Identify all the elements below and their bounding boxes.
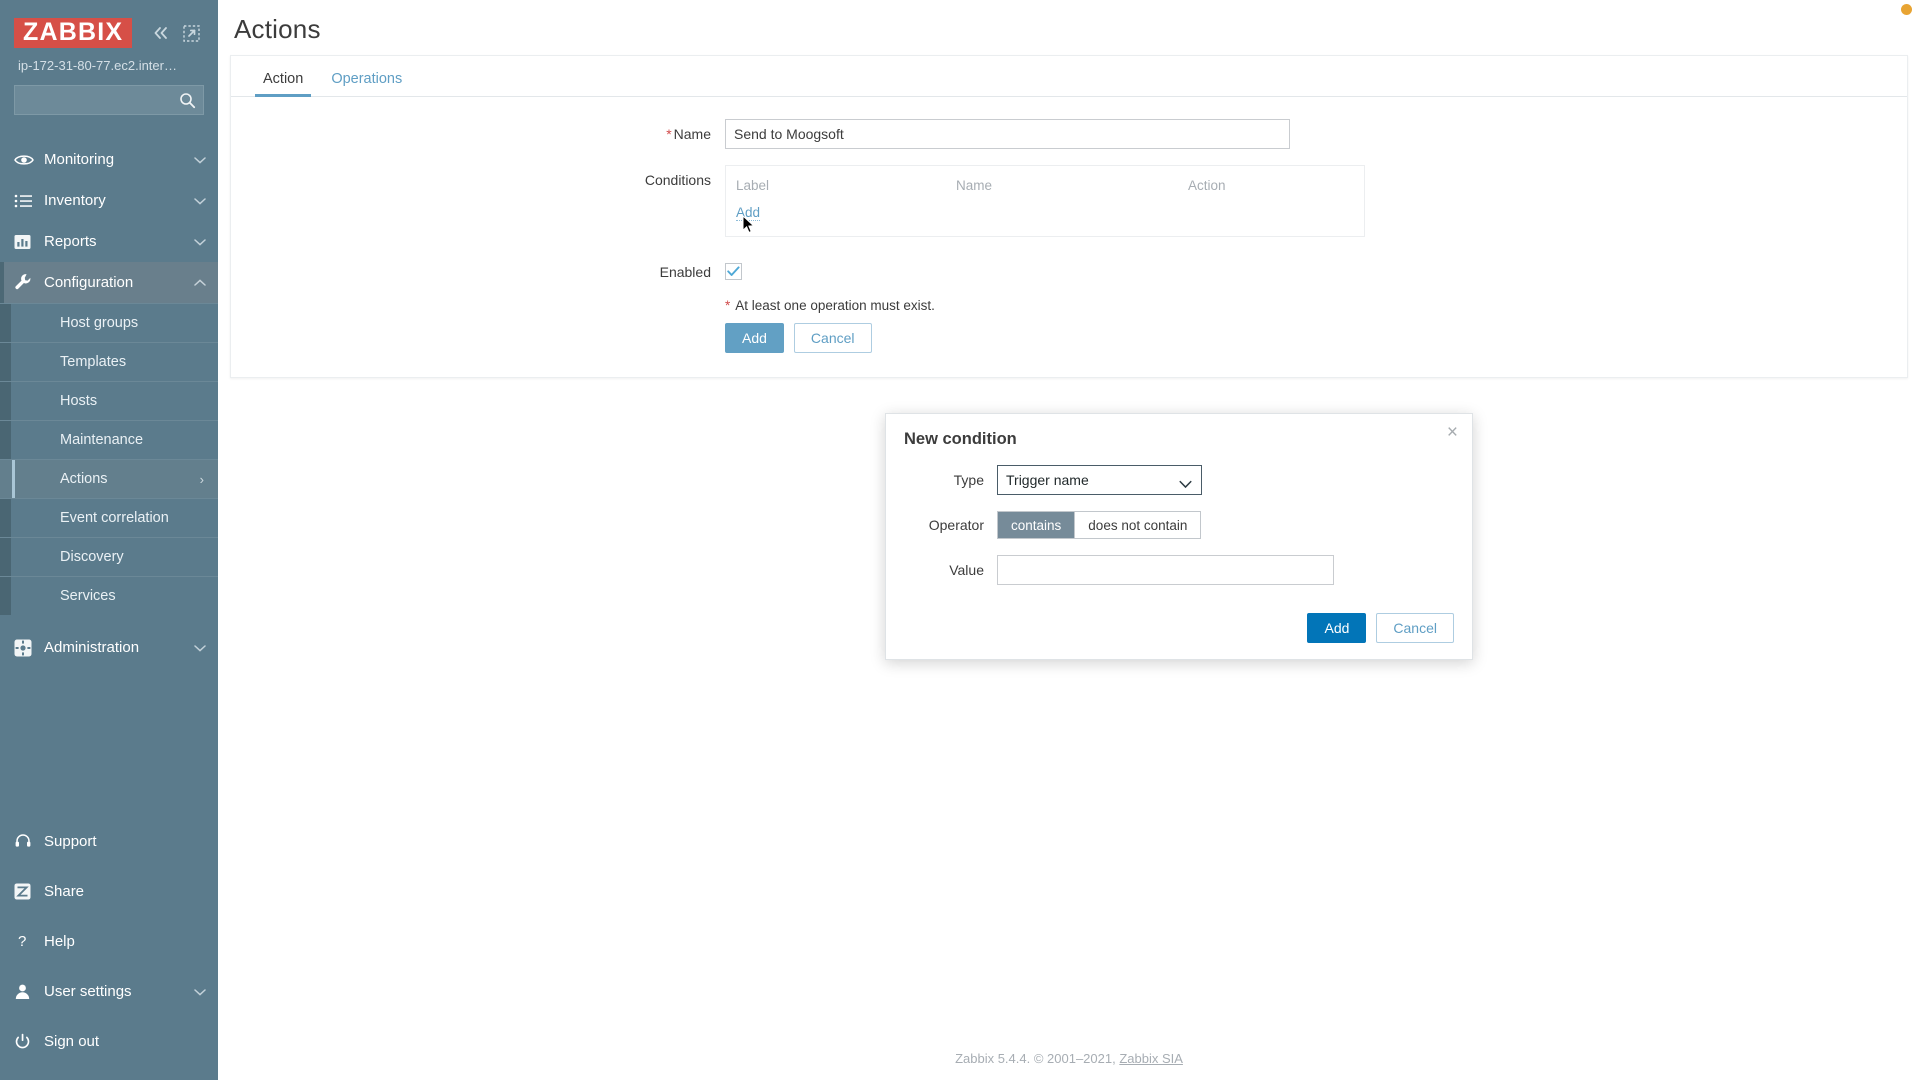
sidebar-item-label: Monitoring xyxy=(44,151,115,168)
list-icon xyxy=(14,194,44,208)
sidebar-item-share[interactable]: Share xyxy=(0,866,218,916)
footer-link[interactable]: Zabbix SIA xyxy=(1119,1051,1183,1066)
sidebar-subitem-label: Host groups xyxy=(60,315,139,331)
main-content: Actions Action Operations *Name C xyxy=(218,0,1920,1080)
sidebar-item-actions[interactable]: Actions › xyxy=(0,459,218,498)
modal-row-operator: Operator contains does not contain xyxy=(904,511,1454,539)
modal-cancel-button[interactable]: Cancel xyxy=(1376,613,1454,643)
sidebar-item-label: Configuration xyxy=(44,274,134,291)
modal-row-value: Value xyxy=(904,555,1454,585)
search-icon[interactable] xyxy=(179,92,196,114)
power-icon xyxy=(14,1033,44,1050)
svg-text:?: ? xyxy=(18,933,26,950)
zabbix-share-icon xyxy=(14,883,44,900)
sidebar-item-label: Help xyxy=(44,932,75,950)
sidebar-subitem-label: Actions xyxy=(60,471,108,487)
chevron-down-icon xyxy=(1179,476,1192,492)
wrench-icon xyxy=(14,273,44,292)
gear-square-icon xyxy=(14,639,44,657)
zabbix-logo: ZABBIX xyxy=(14,17,133,49)
chevron-down-icon xyxy=(194,233,206,250)
sidebar-item-reports[interactable]: Reports xyxy=(0,221,218,262)
sidebar-header: ZABBIX xyxy=(0,10,218,50)
sidebar-subitem-label: Event correlation xyxy=(60,510,169,526)
value-input[interactable] xyxy=(997,555,1334,585)
operator-label: Operator xyxy=(928,517,984,533)
operator-option-does-not-contain[interactable]: does not contain xyxy=(1074,512,1201,538)
server-hostname: ip-172-31-80-77.ec2.inter… xyxy=(18,58,177,73)
sidebar-item-label: Reports xyxy=(44,233,97,250)
sidebar-item-label: Inventory xyxy=(44,192,106,209)
sidebar-item-label: Support xyxy=(44,832,97,850)
footer-text: Zabbix 5.4.4. © 2001–2021, xyxy=(955,1051,1120,1066)
user-icon xyxy=(14,983,44,1000)
modal-header: New condition × xyxy=(886,414,1472,455)
modal-body: Type Trigger name Operator contains does… xyxy=(886,455,1472,607)
sidebar: ZABBIX ip-172-31-80-77.ec2.inter… Monito… xyxy=(0,0,218,1080)
eye-icon xyxy=(14,153,44,167)
value-label: Value xyxy=(949,562,984,578)
sidebar-item-help[interactable]: ? Help xyxy=(0,916,218,966)
sidebar-subitem-label: Services xyxy=(60,588,116,604)
operator-option-contains[interactable]: contains xyxy=(998,512,1075,538)
main-navigation: Monitoring Inventory Reports Configurati… xyxy=(0,139,218,668)
type-select-value: Trigger name xyxy=(1006,472,1089,488)
chevron-down-icon xyxy=(194,192,206,209)
sidebar-subitem-label: Discovery xyxy=(60,549,124,565)
chevron-down-icon xyxy=(194,983,206,1000)
sidebar-item-label: Share xyxy=(44,882,85,900)
question-mark-icon: ? xyxy=(14,932,44,950)
sidebar-item-administration[interactable]: Administration xyxy=(0,627,218,668)
sidebar-item-discovery[interactable]: Discovery xyxy=(0,537,218,576)
operator-segmented-control: contains does not contain xyxy=(997,511,1202,539)
page-footer: Zabbix 5.4.4. © 2001–2021, Zabbix SIA xyxy=(218,1051,1920,1066)
type-label: Type xyxy=(953,472,984,488)
modal-row-type: Type Trigger name xyxy=(904,465,1454,495)
sidebar-bottom-menu: Support Share ? Help User settings Sign … xyxy=(0,816,218,1080)
chevron-right-icon: › xyxy=(199,471,204,487)
app-root: ZABBIX ip-172-31-80-77.ec2.inter… Monito… xyxy=(0,0,1920,1080)
search-input[interactable] xyxy=(15,86,203,114)
sidebar-item-configuration[interactable]: Configuration xyxy=(0,262,218,303)
collapse-view-icon[interactable] xyxy=(183,24,200,42)
modal-add-button[interactable]: Add xyxy=(1307,613,1367,643)
modal-overlay: New condition × Type Trigger name Operat… xyxy=(218,0,1920,1080)
sidebar-item-label: Administration xyxy=(44,639,140,656)
sidebar-top: ZABBIX ip-172-31-80-77.ec2.inter… Monito… xyxy=(0,0,218,668)
type-select[interactable]: Trigger name xyxy=(997,465,1202,495)
sidebar-header-icons xyxy=(151,24,204,42)
sidebar-item-host-groups[interactable]: Host groups xyxy=(0,303,218,342)
sidebar-item-support[interactable]: Support xyxy=(0,816,218,866)
sidebar-item-event-correlation[interactable]: Event correlation xyxy=(0,498,218,537)
chevron-up-icon xyxy=(194,274,206,291)
sidebar-item-maintenance[interactable]: Maintenance xyxy=(0,420,218,459)
modal-footer: Add Cancel xyxy=(886,607,1472,659)
chevron-down-icon xyxy=(194,639,206,656)
sidebar-item-services[interactable]: Services xyxy=(0,576,218,615)
new-condition-dialog: New condition × Type Trigger name Operat… xyxy=(885,413,1473,660)
sidebar-item-templates[interactable]: Templates xyxy=(0,342,218,381)
sidebar-item-monitoring[interactable]: Monitoring xyxy=(0,139,218,180)
sidebar-item-label: User settings xyxy=(44,982,132,1000)
search-box[interactable] xyxy=(14,85,204,115)
sidebar-item-inventory[interactable]: Inventory xyxy=(0,180,218,221)
sidebar-search xyxy=(0,73,218,121)
headset-icon xyxy=(14,832,44,850)
close-icon[interactable]: × xyxy=(1447,423,1458,442)
sidebar-subitem-label: Hosts xyxy=(60,393,98,409)
sidebar-subitem-label: Maintenance xyxy=(60,432,144,448)
sidebar-subitem-label: Templates xyxy=(60,354,127,370)
sidebar-item-hosts[interactable]: Hosts xyxy=(0,381,218,420)
modal-title: New condition xyxy=(904,430,1017,448)
sidebar-item-sign-out[interactable]: Sign out xyxy=(0,1016,218,1066)
double-chevron-left-icon[interactable] xyxy=(151,25,171,41)
sidebar-item-label: Sign out xyxy=(44,1032,100,1050)
sidebar-item-user-settings[interactable]: User settings xyxy=(0,966,218,1016)
configuration-submenu: Host groups Templates Hosts Maintenance … xyxy=(0,303,218,615)
chevron-down-icon xyxy=(194,151,206,168)
bar-chart-icon xyxy=(14,234,44,250)
